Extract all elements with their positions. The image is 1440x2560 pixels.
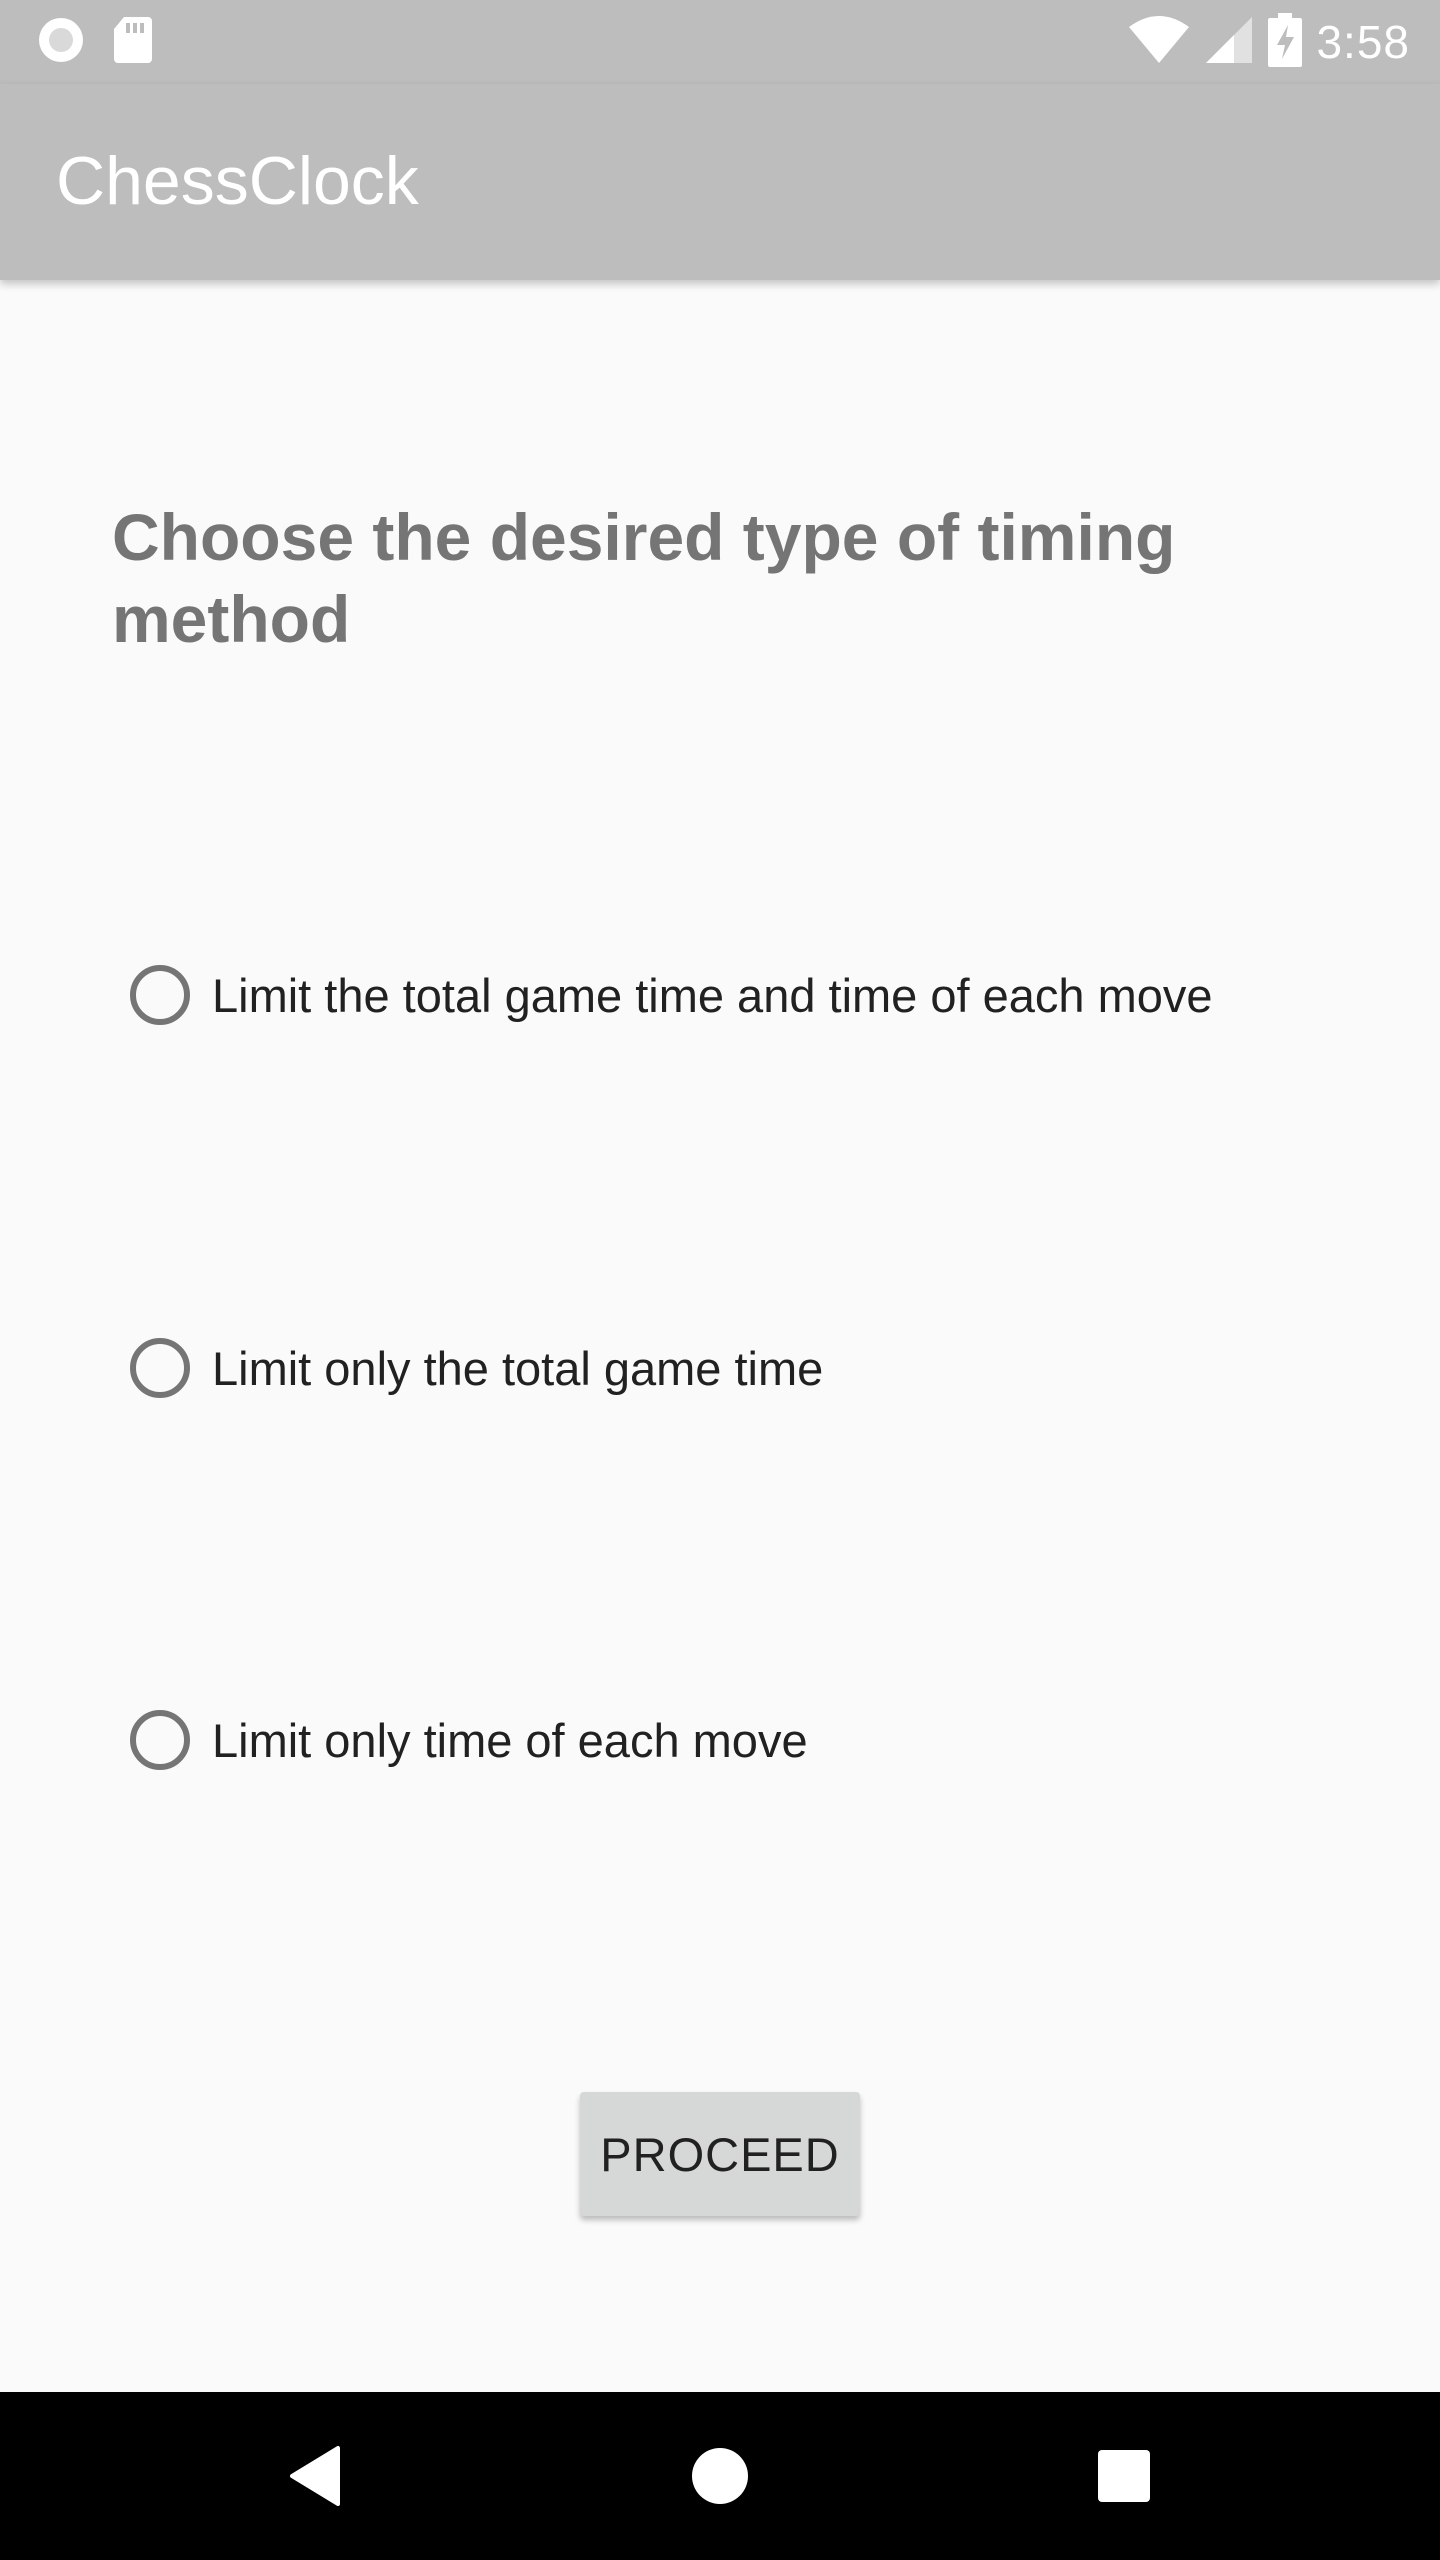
wifi-icon xyxy=(1128,15,1190,70)
recents-button[interactable] xyxy=(1074,2426,1174,2526)
status-bar: 3:58 xyxy=(0,0,1440,84)
proceed-button[interactable]: PROCEED xyxy=(580,2092,860,2216)
home-icon xyxy=(692,2448,748,2504)
battery-charging-icon xyxy=(1268,12,1303,72)
status-right-icons: 3:58 xyxy=(1128,12,1410,72)
record-icon xyxy=(36,15,86,70)
radio-option-total-and-move[interactable]: Limit the total game time and time of ea… xyxy=(130,955,1213,1035)
app-title: ChessClock xyxy=(56,143,419,219)
app-screen: 3:58 ChessClock Choose the desired type … xyxy=(0,0,1440,2560)
status-left-icons xyxy=(36,16,154,66)
page-heading: Choose the desired type of timing method xyxy=(112,500,1176,656)
status-time: 3:58 xyxy=(1316,16,1410,68)
sd-card-icon xyxy=(112,15,154,70)
navigation-bar xyxy=(0,2392,1440,2560)
recents-icon xyxy=(1098,2450,1150,2502)
radio-button-icon[interactable] xyxy=(130,1338,190,1398)
radio-option-label: Limit only time of each move xyxy=(212,1713,808,1767)
cell-signal-icon xyxy=(1204,15,1254,70)
radio-option-label: Limit the total game time and time of ea… xyxy=(212,968,1213,1022)
home-button[interactable] xyxy=(670,2426,770,2526)
back-button[interactable] xyxy=(266,2426,366,2526)
radio-option-label: Limit only the total game time xyxy=(212,1341,824,1395)
radio-option-total-only[interactable]: Limit only the total game time xyxy=(130,1328,823,1408)
radio-option-move-only[interactable]: Limit only time of each move xyxy=(130,1700,808,1780)
radio-button-icon[interactable] xyxy=(130,965,190,1025)
app-bar: ChessClock xyxy=(0,84,1440,280)
radio-button-icon[interactable] xyxy=(130,1710,190,1770)
back-icon xyxy=(290,2446,340,2506)
